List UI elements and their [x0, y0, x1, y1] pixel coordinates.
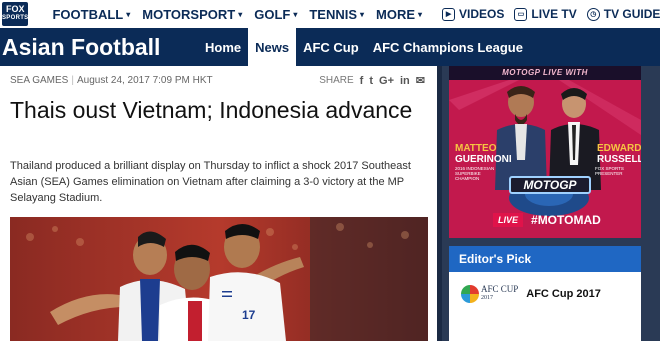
host1-first-name: MATTEO	[455, 143, 497, 154]
nav-tennis-label: TENNIS	[309, 6, 358, 22]
ad-top-banner: MOTOGP LIVE WITH	[449, 66, 641, 80]
afc-cup-logo-text: AFC CUP 2017	[481, 285, 518, 303]
host1-subtitle: 2016 INDONESIAN SUPERBIKE CHAMPION	[455, 166, 495, 181]
editors-pick-item[interactable]: AFC CUP 2017 AFC Cup 2017	[461, 285, 641, 303]
sidebar: MOTOGP LIVE WITH MATTEO GUERINONI 2016 I…	[442, 66, 660, 341]
share-label: SHARE	[319, 75, 354, 86]
chevron-down-icon: ▾	[238, 9, 243, 19]
tab-news[interactable]: News	[248, 28, 297, 66]
nav-golf[interactable]: GOLF ▾	[254, 7, 297, 22]
logo-line-2: SPORTS	[2, 15, 29, 21]
article: SEA GAMES | August 24, 2017 7:09 PM HKT SH…	[0, 66, 437, 341]
afc-cup-ball-icon	[461, 285, 479, 303]
chevron-down-icon: ▾	[418, 9, 423, 19]
chevron-down-icon: ▾	[360, 9, 365, 19]
email-icon[interactable]: ✉	[416, 74, 425, 87]
article-lead: Thailand produced a brilliant display on…	[10, 160, 411, 204]
chevron-down-icon: ▾	[126, 9, 131, 19]
nav-football-label: FOOTBALL	[52, 6, 124, 22]
live-tv-label: LIVE TV	[531, 7, 577, 21]
nav-football[interactable]: FOOTBALL ▾	[52, 7, 130, 22]
nav-motorsport-label: MOTORSPORT	[142, 6, 236, 22]
fox-sports-logo[interactable]: FOX SPORTS	[2, 2, 29, 26]
article-photo: 17	[10, 217, 428, 341]
videos-label: VIDEOS	[459, 7, 505, 21]
article-headline: Thais oust Vietnam; Indonesia advance	[10, 97, 413, 123]
afc-cup-logo-year: 2017	[481, 295, 493, 301]
nav-tennis[interactable]: TENNIS ▾	[309, 7, 364, 22]
svg-text:17: 17	[242, 308, 256, 322]
section-title[interactable]: Asian Football	[2, 34, 198, 61]
ad-live-badge: LIVE	[493, 213, 524, 227]
article-date: August 24, 2017 7:09 PM HKT	[76, 75, 213, 86]
play-icon: ▶	[442, 7, 456, 21]
tv-guide-link[interactable]: ◷ TV GUIDE	[586, 7, 660, 21]
editors-pick-title[interactable]: AFC Cup 2017	[526, 288, 601, 300]
chevron-down-icon: ▾	[293, 9, 298, 19]
article-category[interactable]: SEA GAMES	[10, 75, 68, 86]
host2-last-name: RUSSELL	[597, 154, 641, 165]
meta-divider: |	[71, 75, 74, 86]
motogp-logo: MOTOGP	[509, 176, 591, 194]
players-celebrating-image: 17	[10, 217, 428, 341]
nav-more-label: MORE	[376, 6, 416, 22]
article-meta: SEA GAMES | August 24, 2017 7:09 PM HKT	[10, 75, 213, 86]
nav-more[interactable]: MORE ▾	[376, 7, 422, 22]
ad-hashtag: #MOTOMAD	[531, 213, 601, 227]
editors-pick-heading: Editor's Pick	[449, 246, 641, 272]
host1-last-name: GUERINONI	[455, 154, 512, 165]
live-tv-link[interactable]: ▭ LIVE TV	[514, 7, 577, 21]
host2-subtitle: FOX SPORTS PRESENTER	[595, 166, 624, 176]
linkedin-icon[interactable]: in	[400, 75, 410, 87]
motogp-advertisement[interactable]: MOTOGP LIVE WITH MATTEO GUERINONI 2016 I…	[449, 66, 641, 238]
google-plus-icon[interactable]: G+	[379, 75, 394, 87]
afc-cup-logo-name: AFC CUP	[481, 284, 519, 294]
main-nav: FOOTBALL ▾ MOTORSPORT ▾ GOLF ▾ TENNIS ▾ MORE…	[52, 7, 434, 22]
tv-guide-label: TV GUIDE	[603, 7, 660, 21]
nav-golf-label: GOLF	[254, 6, 291, 22]
editors-pick-panel: Editor's Pick AFC CUP 2017 AFC Cup 2017	[449, 246, 641, 341]
ad-bottom-strip: LIVE #MOTOMAD	[449, 210, 641, 230]
nav-motorsport[interactable]: MOTORSPORT ▾	[142, 7, 242, 22]
logo-line-1: FOX	[5, 4, 25, 14]
share-bar: SHARE f t G+ in ✉	[319, 74, 425, 88]
top-navigation-bar: FOX SPORTS FOOTBALL ▾ MOTORSPORT ▾ GOLF ▾ T…	[0, 0, 660, 28]
videos-link[interactable]: ▶ VIDEOS	[442, 7, 504, 21]
host2-first-name: EDWARD	[597, 143, 641, 154]
tab-home[interactable]: Home	[198, 28, 248, 66]
tab-afc-champions-league[interactable]: AFC Champions League	[366, 28, 530, 66]
utility-links: ▶ VIDEOS ▭ LIVE TV ◷ TV GUIDE	[442, 7, 660, 21]
section-tabs: Home News AFC Cup AFC Champions League	[198, 28, 530, 66]
facebook-icon[interactable]: f	[360, 75, 364, 87]
tab-afc-cup[interactable]: AFC Cup	[296, 28, 366, 66]
afc-cup-logo: AFC CUP 2017	[461, 285, 518, 303]
twitter-icon[interactable]: t	[369, 75, 373, 87]
clock-icon: ◷	[586, 7, 600, 21]
tv-icon: ▭	[514, 7, 528, 21]
section-header: Asian Football Home News AFC Cup AFC Cha…	[0, 28, 660, 66]
